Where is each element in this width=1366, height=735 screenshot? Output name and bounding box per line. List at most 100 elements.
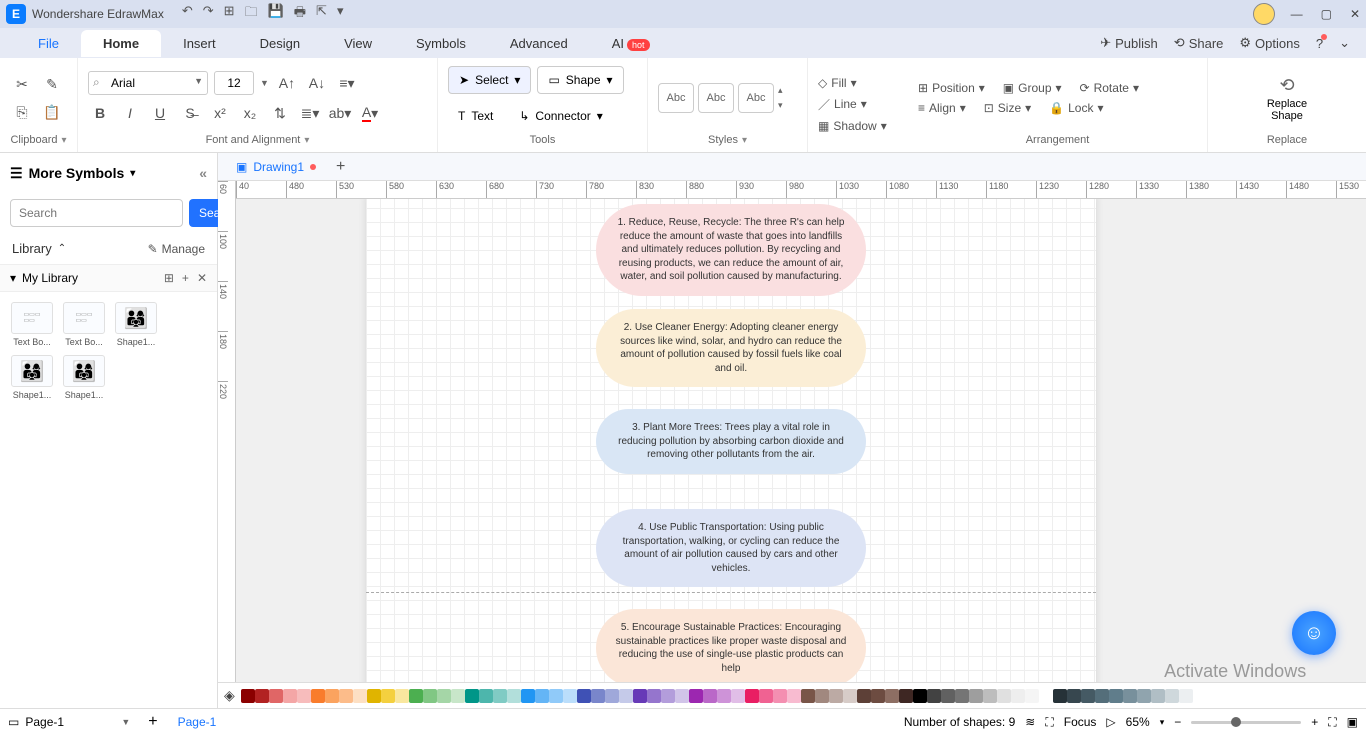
menu-symbols[interactable]: Symbols	[394, 30, 488, 57]
color-swatch[interactable]	[255, 689, 269, 703]
color-swatch[interactable]	[1165, 689, 1179, 703]
library-item-shape-1[interactable]: 👨‍👩‍👧Shape1...	[114, 302, 158, 347]
publish-button[interactable]: ✈ Publish	[1100, 35, 1158, 51]
color-swatch[interactable]	[507, 689, 521, 703]
color-swatch[interactable]	[731, 689, 745, 703]
select-tool[interactable]: ➤ Select ▾	[448, 66, 531, 94]
user-avatar[interactable]	[1253, 3, 1275, 25]
superscript-icon[interactable]: x²	[208, 101, 232, 125]
styles-up-icon[interactable]: ▴	[778, 85, 783, 96]
new-icon[interactable]: ⊞	[224, 3, 235, 25]
color-swatch[interactable]	[675, 689, 689, 703]
zoom-out-button[interactable]: −	[1174, 715, 1181, 729]
color-swatch[interactable]	[521, 689, 535, 703]
library-item-textbox-1[interactable]: ▭▭▭▭▭Text Bo...	[10, 302, 54, 347]
color-swatch[interactable]	[395, 689, 409, 703]
share-button[interactable]: ⟲ Share	[1174, 35, 1224, 51]
color-swatch[interactable]	[913, 689, 927, 703]
presentation-icon[interactable]: ▷	[1106, 715, 1115, 729]
page-surface[interactable]: 1. Reduce, Reuse, Recycle: The three R's…	[366, 199, 1096, 682]
color-swatch[interactable]	[479, 689, 493, 703]
color-swatch[interactable]	[815, 689, 829, 703]
align-dropdown-icon[interactable]: ≡▾	[335, 71, 359, 95]
bold-icon[interactable]: B	[88, 101, 112, 125]
connector-tool[interactable]: ↳ Connector ▾	[509, 102, 612, 130]
color-swatch[interactable]	[1081, 689, 1095, 703]
zoom-in-button[interactable]: +	[1311, 715, 1318, 729]
color-swatch[interactable]	[311, 689, 325, 703]
shape-bubble-1[interactable]: 1. Reduce, Reuse, Recycle: The three R's…	[596, 204, 866, 296]
color-swatch[interactable]	[801, 689, 815, 703]
color-swatch[interactable]	[1039, 689, 1053, 703]
library-add-icon[interactable]: +	[182, 271, 189, 285]
minimize-button[interactable]: —	[1291, 7, 1303, 21]
page-select-dropdown-icon[interactable]: ▼	[121, 717, 130, 727]
font-color-icon[interactable]: A▾	[358, 101, 382, 125]
my-library-chevron-icon[interactable]: ▾	[10, 271, 16, 285]
font-size-input[interactable]	[214, 71, 254, 95]
color-swatch[interactable]	[773, 689, 787, 703]
color-swatch[interactable]	[339, 689, 353, 703]
menu-insert[interactable]: Insert	[161, 30, 238, 57]
color-swatch[interactable]	[563, 689, 577, 703]
color-swatch[interactable]	[899, 689, 913, 703]
color-swatch[interactable]	[1123, 689, 1137, 703]
underline-icon[interactable]: U	[148, 101, 172, 125]
symbols-search-input[interactable]	[10, 199, 183, 227]
manage-button[interactable]: ✎ Manage	[148, 242, 205, 256]
more-symbols-label[interactable]: More Symbols	[29, 165, 125, 181]
color-swatch[interactable]	[1109, 689, 1123, 703]
color-swatch[interactable]	[577, 689, 591, 703]
text-tool[interactable]: T Text	[448, 102, 503, 130]
color-swatch[interactable]	[689, 689, 703, 703]
color-swatch[interactable]	[535, 689, 549, 703]
focus-label[interactable]: Focus	[1064, 715, 1097, 729]
chevron-down-icon[interactable]: ▼	[194, 76, 203, 86]
add-document-tab[interactable]: +	[336, 158, 345, 176]
color-swatch[interactable]	[605, 689, 619, 703]
color-swatch[interactable]	[955, 689, 969, 703]
color-swatch[interactable]	[787, 689, 801, 703]
color-swatch[interactable]	[591, 689, 605, 703]
paste-icon[interactable]: 📋	[40, 100, 64, 124]
color-swatch[interactable]	[717, 689, 731, 703]
color-swatch[interactable]	[437, 689, 451, 703]
library-expand-icon[interactable]: ⌃	[58, 243, 66, 254]
replace-shape-button[interactable]: Replace Shape	[1267, 98, 1307, 122]
font-launcher-icon[interactable]: ▾	[304, 135, 309, 146]
color-swatch[interactable]	[843, 689, 857, 703]
color-swatch[interactable]	[1067, 689, 1081, 703]
color-swatch[interactable]	[969, 689, 983, 703]
fill-button[interactable]: ◇ Fill ▾	[818, 76, 887, 90]
decrease-font-icon[interactable]: A↓	[305, 71, 329, 95]
color-swatch[interactable]	[941, 689, 955, 703]
styles-launcher-icon[interactable]: ▾	[742, 135, 747, 146]
color-swatch[interactable]	[983, 689, 997, 703]
color-swatch[interactable]	[297, 689, 311, 703]
format-painter-icon[interactable]: ✎	[40, 72, 64, 96]
open-icon[interactable]: 🗀	[245, 3, 258, 25]
color-swatch[interactable]	[633, 689, 647, 703]
color-swatch[interactable]	[269, 689, 283, 703]
my-library-label[interactable]: My Library	[22, 271, 78, 285]
color-swatch[interactable]	[493, 689, 507, 703]
focus-icon[interactable]: ⛶	[1045, 715, 1053, 730]
zoom-level[interactable]: 65%	[1126, 715, 1150, 729]
color-swatch[interactable]	[661, 689, 675, 703]
font-size-dropdown-icon[interactable]: ▼	[260, 78, 269, 88]
color-swatch[interactable]	[885, 689, 899, 703]
library-close-icon[interactable]: ✕	[197, 271, 207, 285]
fullscreen-icon[interactable]: ▣	[1347, 715, 1358, 729]
lock-button[interactable]: 🔒 Lock▾	[1049, 101, 1103, 115]
library-view-icon[interactable]: ⊞	[164, 271, 174, 285]
menu-view[interactable]: View	[322, 30, 394, 57]
color-swatch[interactable]	[927, 689, 941, 703]
position-button[interactable]: ⊞ Position▾	[918, 81, 985, 95]
replace-shape-icon[interactable]: ⟲	[1279, 75, 1294, 96]
color-swatch[interactable]	[241, 689, 255, 703]
color-swatch[interactable]	[871, 689, 885, 703]
copy-icon[interactable]: ⎘	[10, 100, 34, 124]
shape-tool[interactable]: ▭ Shape ▾	[537, 66, 623, 94]
canvas[interactable]: 1. Reduce, Reuse, Recycle: The three R's…	[236, 199, 1366, 682]
color-swatch[interactable]	[1011, 689, 1025, 703]
